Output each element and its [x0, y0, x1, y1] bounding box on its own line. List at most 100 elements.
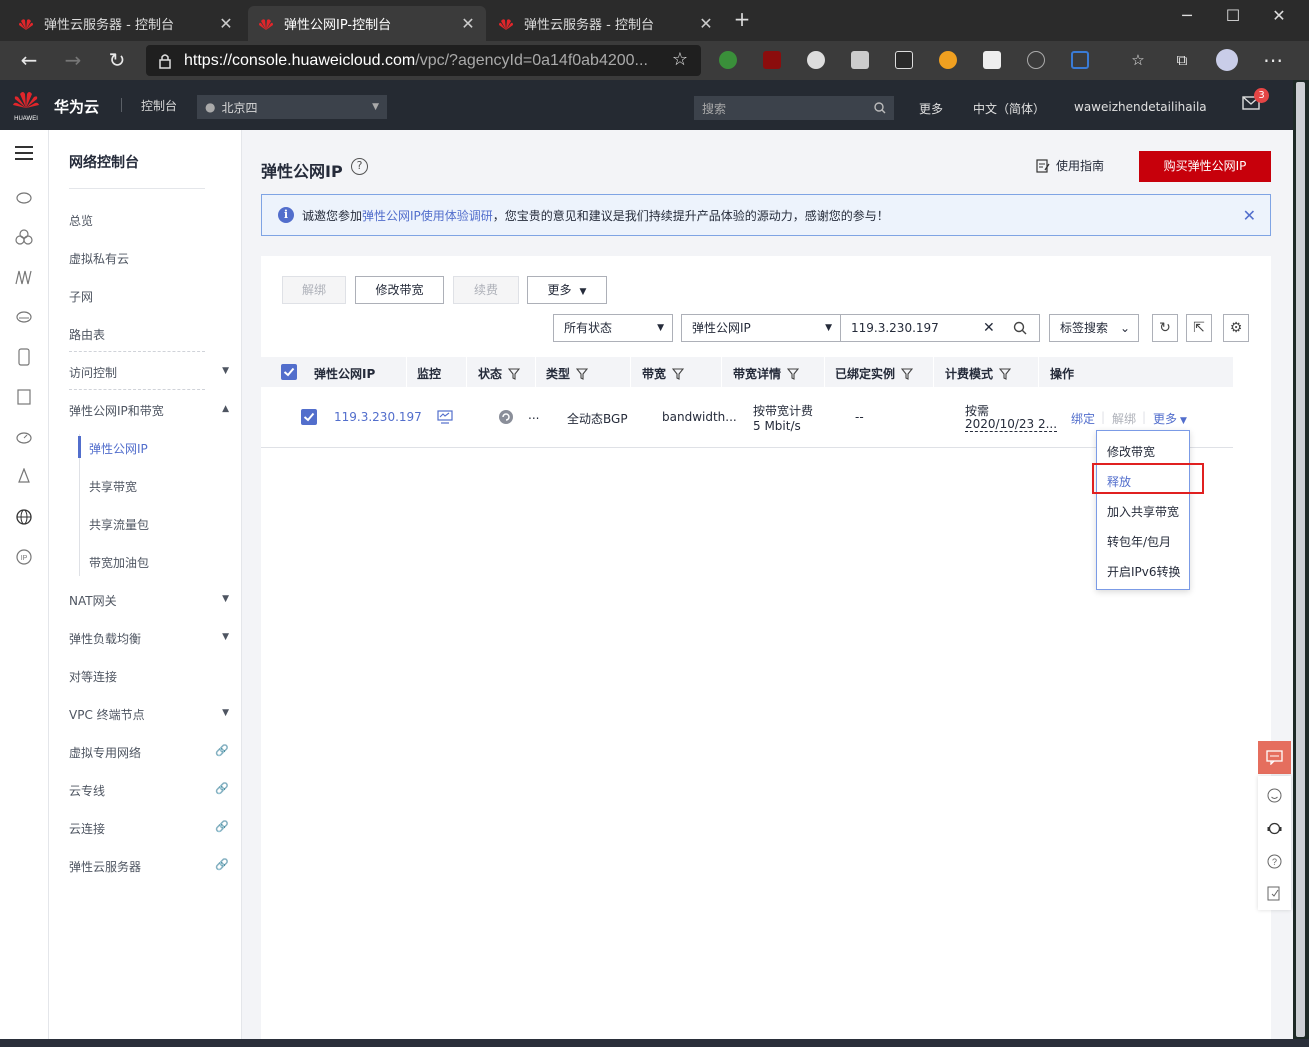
minimize-icon[interactable]: ─	[1176, 6, 1198, 28]
new-tab-button[interactable]: +	[732, 9, 752, 30]
extension-eyes-icon[interactable]	[895, 51, 913, 69]
extension-crop-icon[interactable]	[1071, 51, 1089, 69]
extension-s-icon[interactable]	[851, 51, 869, 69]
clear-icon[interactable]: ✕	[983, 315, 995, 341]
nav-item-vpc-endpoint[interactable]: VPC 终端节点 ▼	[69, 706, 229, 723]
more-menu[interactable]: 更多	[919, 100, 943, 117]
nav-item-route-table[interactable]: 路由表	[69, 326, 229, 343]
tab-close-icon[interactable]: ✕	[698, 14, 714, 33]
url-field[interactable]: https://console.huaweicloud.com/vpc/?age…	[146, 45, 701, 76]
browser-menu-icon[interactable]: ⋯	[1261, 49, 1285, 73]
reload-icon[interactable]: ↻	[105, 49, 129, 73]
nav-item-bandwidth-addon[interactable]: 带宽加油包	[89, 554, 149, 571]
menu-hamburger-icon[interactable]	[15, 146, 33, 160]
nav-item-direct-connect[interactable]: 云专线 🔗	[69, 782, 229, 799]
console-link[interactable]: 控制台	[141, 97, 177, 114]
extension-globe-icon[interactable]	[719, 51, 737, 69]
language-selector[interactable]: 中文（简体）	[973, 100, 1045, 117]
browser-tab-1[interactable]: 弹性云服务器 - 控制台 ✕	[8, 6, 244, 41]
row-checkbox[interactable]	[301, 409, 317, 425]
smile-icon[interactable]	[1267, 788, 1282, 803]
nav-item-eip-bandwidth[interactable]: 弹性公网IP和带宽 ▲	[69, 402, 229, 419]
nav-item-vpc[interactable]: 虚拟私有云	[69, 250, 229, 267]
extension-tool-icon[interactable]	[939, 51, 957, 69]
close-icon[interactable]: ✕	[1243, 206, 1256, 225]
buy-eip-button[interactable]: 购买弹性公网IP	[1139, 151, 1271, 182]
nav-item-cloud-connect[interactable]: 云连接 🔗	[69, 820, 229, 837]
select-all-checkbox[interactable]	[281, 364, 297, 380]
scrollbar-thumb[interactable]	[1296, 82, 1305, 1037]
favorites-list-icon[interactable]: ☆	[1126, 49, 1150, 73]
globe-icon[interactable]	[15, 508, 33, 526]
nav-item-vpn[interactable]: 虚拟专用网络 🔗	[69, 744, 229, 761]
nav-item-subnet[interactable]: 子网	[69, 288, 229, 305]
eip-address-link[interactable]: 119.3.230.197	[334, 410, 422, 424]
search-icon[interactable]	[1013, 321, 1027, 335]
extension-circle-icon[interactable]	[1027, 51, 1045, 69]
menu-item-enable-ipv6[interactable]: 开启IPv6转换	[1107, 563, 1181, 580]
monitor-chart-icon[interactable]	[437, 410, 453, 424]
filter-icon[interactable]	[508, 367, 521, 380]
search-icon[interactable]	[874, 102, 886, 114]
bind-link[interactable]: 绑定	[1071, 410, 1095, 427]
nav-item-eip[interactable]: 弹性公网IP	[89, 440, 148, 457]
nav-item-traffic-package[interactable]: 共享流量包	[89, 516, 149, 533]
customer-service-icon[interactable]	[1267, 821, 1282, 836]
browser-tab-3[interactable]: 弹性云服务器 - 控制台 ✕	[488, 6, 724, 41]
filter-icon[interactable]	[999, 367, 1012, 380]
global-search-input[interactable]: 搜索	[694, 96, 894, 120]
tab-close-icon[interactable]: ✕	[218, 14, 234, 33]
favorite-star-icon[interactable]: ☆	[668, 49, 692, 73]
profile-avatar[interactable]	[1216, 49, 1238, 71]
page-scrollbar[interactable]	[1293, 80, 1309, 1039]
filter-icon[interactable]	[901, 367, 914, 380]
search-input[interactable]: 119.3.230.197 ✕	[840, 314, 1040, 342]
network-wave-icon[interactable]	[15, 268, 33, 286]
sail-icon[interactable]	[15, 468, 33, 486]
export-button[interactable]: ⇱	[1186, 314, 1212, 342]
filter-icon[interactable]	[787, 367, 800, 380]
refresh-button[interactable]: ↻	[1152, 314, 1178, 342]
cloud-speed-icon[interactable]	[15, 428, 33, 446]
extension-ublock-icon[interactable]	[763, 51, 781, 69]
renew-button[interactable]: 续费	[453, 276, 519, 304]
ip-icon[interactable]: IP	[15, 548, 33, 566]
extension-w-icon[interactable]	[983, 51, 1001, 69]
document-icon[interactable]	[15, 388, 33, 406]
maximize-icon[interactable]: ☐	[1222, 6, 1244, 28]
unbind-link[interactable]: 解绑	[1112, 410, 1136, 427]
feedback-button[interactable]	[1258, 741, 1291, 774]
survey-link[interactable]: 弹性公网IP使用体验调研	[362, 207, 493, 224]
cloud-database-icon[interactable]	[15, 308, 33, 326]
storage-icon[interactable]	[15, 348, 33, 366]
nav-item-access-control[interactable]: 访问控制 ▼	[69, 364, 229, 381]
brand-name[interactable]: 华为云	[54, 96, 99, 117]
nav-item-shared-bandwidth[interactable]: 共享带宽	[89, 478, 137, 495]
tab-close-icon[interactable]: ✕	[460, 14, 476, 33]
region-selector[interactable]: ● 北京四 ▼	[197, 95, 387, 119]
nav-item-peering[interactable]: 对等连接	[69, 668, 229, 685]
tag-search-button[interactable]: 标签搜索 ⌄	[1049, 314, 1139, 342]
nav-item-overview[interactable]: 总览	[69, 212, 229, 229]
window-close-icon[interactable]: ✕	[1268, 6, 1290, 28]
forward-icon[interactable]: →	[61, 49, 85, 73]
edit-note-icon[interactable]	[1267, 886, 1282, 901]
user-guide-link[interactable]: 使用指南	[1036, 157, 1104, 174]
back-icon[interactable]: ←	[17, 49, 41, 73]
status-filter-select[interactable]: 所有状态 ▼	[553, 314, 673, 342]
collections-icon[interactable]: ⧉	[1170, 49, 1194, 73]
cloud-server-icon[interactable]	[15, 188, 33, 206]
help-question-icon[interactable]: ?	[351, 158, 368, 175]
row-more-menu[interactable]: 更多 ▼	[1153, 410, 1187, 427]
username[interactable]: waweizhendetailihaila	[1074, 100, 1207, 114]
more-actions-button[interactable]: 更多 ▼	[527, 276, 607, 304]
nav-item-elb[interactable]: 弹性负载均衡 ▼	[69, 630, 229, 647]
unbind-button[interactable]: 解绑	[282, 276, 346, 304]
filter-icon[interactable]	[576, 367, 589, 380]
modify-bandwidth-button[interactable]: 修改带宽	[355, 276, 444, 304]
extension-shield-icon[interactable]	[807, 51, 825, 69]
menu-item-modify-bandwidth[interactable]: 修改带宽	[1107, 443, 1155, 460]
help-circle-icon[interactable]: ?	[1267, 854, 1282, 869]
huawei-logo-icon[interactable]: HUAWEI	[12, 88, 40, 122]
settings-button[interactable]: ⚙	[1223, 314, 1249, 342]
